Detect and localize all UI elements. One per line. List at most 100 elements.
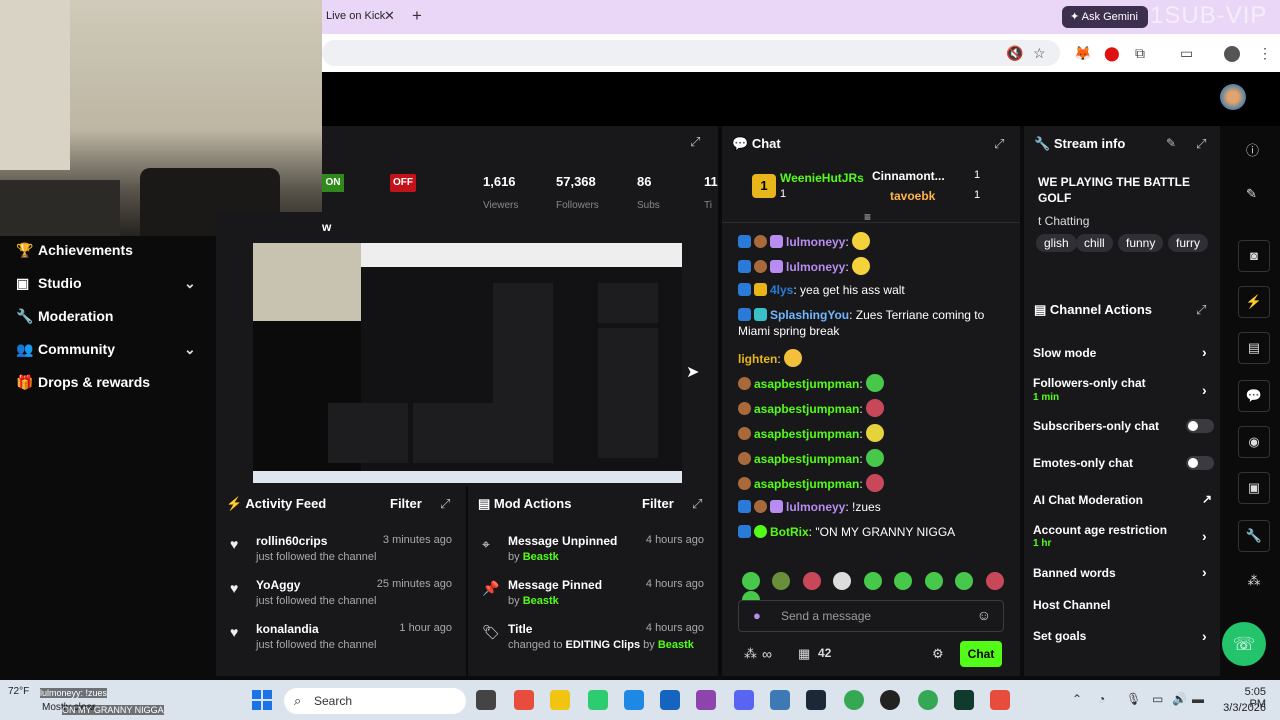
extensions-puzzle-icon[interactable]: ⧉ — [1135, 45, 1145, 62]
points-icon[interactable]: ⁂ — [744, 646, 757, 662]
mod-name[interactable]: Beastk — [523, 551, 559, 563]
taskbar-search[interactable]: ⌕ Search — [284, 688, 466, 714]
rail-wrench-icon[interactable]: 🔧 — [1238, 520, 1270, 552]
chat-input[interactable]: ● Send a message ☺ — [738, 600, 1004, 632]
emote-icon[interactable] — [924, 572, 943, 590]
rail-notes-icon[interactable]: ▤ — [1238, 332, 1270, 364]
sidebar-item-achievements[interactable]: 🏆 Achievements — [16, 242, 133, 264]
sidebar-item-studio[interactable]: ▣ Studio ⌄ — [16, 275, 206, 297]
task-view-icon[interactable] — [476, 690, 496, 710]
followers-only-row[interactable]: Followers-only chat — [1033, 376, 1146, 390]
rail-layout-icon[interactable]: ▣ — [1238, 472, 1270, 504]
tray-icon[interactable]: ◔ — [1098, 692, 1105, 706]
app-red-icon[interactable] — [990, 690, 1010, 710]
mod-filter-button[interactable]: Filter — [642, 496, 674, 511]
chevron-right-icon[interactable]: › — [1202, 382, 1207, 398]
steam-icon[interactable] — [806, 690, 826, 710]
set-goals-row[interactable]: Set goals — [1033, 629, 1086, 643]
chat-username[interactable]: asapbestjumpman — [754, 402, 859, 416]
expand-icon[interactable]: ⤢ — [690, 134, 700, 150]
emotes-only-toggle[interactable] — [1186, 456, 1214, 470]
expand-icon[interactable]: ⤢ — [1196, 136, 1206, 152]
tab-close-icon[interactable]: ✕ — [384, 8, 395, 24]
volume-icon[interactable]: 🔊 — [1172, 692, 1187, 706]
microphone-icon[interactable]: 🎙 — [1126, 692, 1141, 706]
sidebar-item-moderation[interactable]: 🔧 Moderation — [16, 308, 113, 330]
leaderboard-user[interactable]: WeenieHutJRs — [780, 171, 864, 185]
emote-icon[interactable] — [985, 572, 1004, 590]
edit-icon[interactable]: ✎ — [1166, 136, 1176, 150]
browser-menu-icon[interactable]: ⋮ — [1258, 45, 1272, 62]
info-icon[interactable]: ⓘ — [1246, 140, 1259, 159]
chat-username[interactable]: lulmoneyy — [786, 235, 845, 249]
ai-moderation-row[interactable]: AI Chat Moderation — [1033, 493, 1143, 507]
emote-icon[interactable] — [742, 572, 760, 590]
rail-broadcast-icon[interactable]: ◉ — [1238, 426, 1270, 458]
monitor-icon[interactable]: ▭ — [1152, 692, 1163, 706]
photos-icon[interactable] — [770, 690, 790, 710]
stream-preview-video[interactable] — [253, 243, 682, 483]
feed-user[interactable]: rollin60crips — [256, 534, 327, 548]
emote-icon[interactable] — [833, 572, 852, 590]
sidebar-item-drops[interactable]: 🎁 Drops & rewards — [16, 374, 150, 396]
account-age-row[interactable]: Account age restriction — [1033, 523, 1167, 537]
mod-name[interactable]: Beastk — [523, 595, 559, 607]
mod-name[interactable]: Beastk — [658, 639, 694, 651]
chrome-icon[interactable] — [844, 690, 864, 710]
ask-gemini-button[interactable]: ✦ Ask Gemini — [1062, 6, 1148, 28]
leaderboard-user[interactable]: Cinnamont... — [872, 169, 945, 183]
expand-icon[interactable]: ⤢ — [1196, 302, 1206, 318]
chrome-icon[interactable] — [918, 690, 938, 710]
chat-username[interactable]: asapbestjumpman — [754, 427, 859, 441]
chat-username[interactable]: lulmoneyy — [786, 500, 845, 514]
mute-icon[interactable]: 🔇 — [1006, 45, 1023, 62]
emote-icon[interactable] — [802, 572, 821, 590]
rail-points-icon[interactable]: ⁂ — [1238, 566, 1270, 598]
feed-user[interactable]: konalandia — [256, 622, 319, 636]
cast-icon[interactable]: ▭ — [1180, 45, 1193, 62]
weather-temp[interactable]: 72°F — [8, 686, 29, 697]
bookmark-star-icon[interactable]: ☆ — [1033, 45, 1046, 62]
banned-words-row[interactable]: Banned words — [1033, 566, 1116, 580]
feed-user[interactable]: YoAggy — [256, 578, 300, 592]
stream-category[interactable]: t Chatting — [1038, 214, 1089, 228]
tag[interactable]: chill — [1076, 234, 1113, 252]
chevron-right-icon[interactable]: › — [1202, 344, 1207, 360]
terminal-icon[interactable] — [954, 690, 974, 710]
user-avatar[interactable] — [1220, 84, 1246, 110]
windows-start-icon[interactable] — [252, 690, 272, 710]
emote-icon[interactable] — [863, 572, 882, 590]
app-icon[interactable] — [696, 690, 716, 710]
pencil-icon[interactable]: ✎ — [1246, 186, 1257, 202]
chevron-up-icon[interactable]: ⌃ — [1072, 692, 1082, 706]
store-icon[interactable]: ▦ — [798, 646, 810, 662]
external-link-icon[interactable]: ↗ — [1202, 492, 1212, 506]
rail-chat-icon[interactable]: 💬 — [1238, 380, 1270, 412]
emotes-only-row[interactable]: Emotes-only chat — [1033, 456, 1133, 470]
expand-icon[interactable]: ⤢ — [692, 496, 702, 512]
slow-mode-row[interactable]: Slow mode — [1033, 346, 1096, 360]
emote-icon[interactable] — [894, 572, 913, 590]
activity-filter-button[interactable]: Filter — [390, 496, 422, 511]
chat-username[interactable]: asapbestjumpman — [754, 477, 859, 491]
expand-icon[interactable]: ⤢ — [994, 136, 1004, 152]
rail-bolt-icon[interactable]: ⚡ — [1238, 286, 1270, 318]
extension-opera-icon[interactable]: ⬤ — [1104, 45, 1120, 62]
emote-icon[interactable] — [772, 572, 791, 590]
subscribers-only-toggle[interactable] — [1186, 419, 1214, 433]
profile-icon[interactable] — [1224, 46, 1240, 62]
tag[interactable]: furry — [1168, 234, 1208, 252]
expand-icon[interactable]: ⤢ — [440, 496, 450, 512]
chat-username[interactable]: lulmoneyy — [786, 260, 845, 274]
subscribers-only-row[interactable]: Subscribers-only chat — [1033, 419, 1159, 433]
tab-title[interactable]: Live on Kick — [326, 10, 385, 22]
chevron-right-icon[interactable]: › — [1202, 564, 1207, 580]
file-explorer-icon[interactable] — [550, 690, 570, 710]
emoji-icon[interactable]: ☺ — [977, 607, 991, 623]
chat-username[interactable]: BotRix — [770, 525, 809, 539]
chevron-right-icon[interactable]: › — [1202, 528, 1207, 544]
clock-date[interactable]: 3/3/2026 — [1218, 702, 1266, 714]
extension-fox-icon[interactable]: 🦊 — [1074, 45, 1091, 62]
emote-icon[interactable] — [955, 572, 974, 590]
sidebar-item-community[interactable]: 👥 Community ⌄ — [16, 341, 206, 363]
